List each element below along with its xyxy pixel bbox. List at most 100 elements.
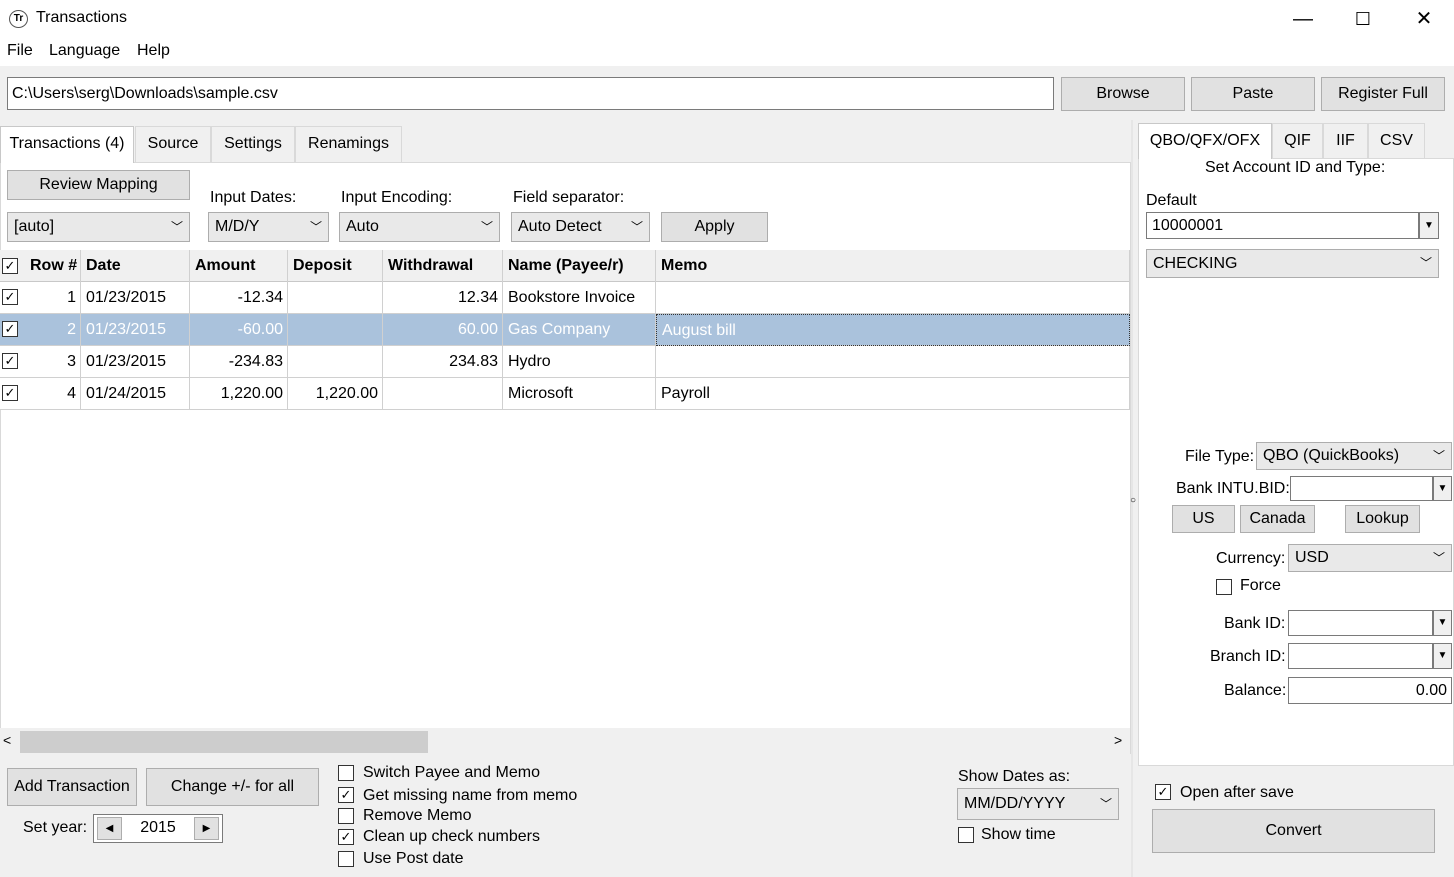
tab-iif[interactable]: IIF [1323, 123, 1368, 158]
row-checkbox[interactable]: ✓ [2, 353, 18, 369]
open-after-save-checkbox[interactable]: ✓ [1155, 784, 1171, 800]
browse-button[interactable]: Browse [1061, 77, 1185, 111]
cell-amount[interactable]: 1,220.00 [190, 378, 288, 410]
column-header-withdrawal[interactable]: Withdrawal [383, 250, 503, 282]
cell-withdrawal[interactable]: 234.83 [383, 346, 503, 378]
us-button[interactable]: US [1172, 505, 1235, 533]
cell-name[interactable]: Hydro [503, 346, 656, 378]
column-header-name[interactable]: Name (Payee/r) [503, 250, 656, 282]
bank-id-dropdown-icon[interactable]: ▼ [1433, 610, 1452, 636]
menu-help[interactable]: Help [137, 42, 170, 60]
bank-intu-dropdown-icon[interactable]: ▼ [1433, 476, 1452, 501]
tab-qbo[interactable]: QBO/QFX/OFX [1138, 123, 1272, 159]
tab-transactions[interactable]: Transactions (4) [0, 126, 134, 163]
file-path-input[interactable]: C:\Users\serg\Downloads\sample.csv [7, 77, 1054, 110]
bank-intu-bid-input[interactable] [1290, 476, 1433, 501]
currency-select[interactable]: USD ﹀ [1288, 544, 1452, 572]
scrollbar-thumb[interactable] [20, 731, 428, 753]
cell-memo[interactable] [656, 282, 1130, 314]
column-header-memo[interactable]: Memo [656, 250, 1130, 282]
input-dates-select[interactable]: M/D/Y ﹀ [208, 212, 329, 242]
cell-deposit[interactable]: 1,220.00 [288, 378, 383, 410]
table-row[interactable]: ✓ 1 01/23/2015 -12.34 12.34 Bookstore In… [0, 282, 1130, 314]
register-full-button[interactable]: Register Full [1321, 77, 1445, 111]
table-row-selected[interactable]: ✓ 2 01/23/2015 -60.00 60.00 Gas Company … [0, 314, 1130, 346]
cell-deposit[interactable] [288, 282, 383, 314]
default-label: Default [1146, 192, 1197, 209]
cell-date[interactable]: 01/24/2015 [81, 378, 190, 410]
row-checkbox[interactable]: ✓ [2, 289, 18, 305]
cell-name[interactable]: Gas Company [503, 314, 656, 346]
close-button[interactable]: ✕ [1394, 0, 1454, 38]
tab-source[interactable]: Source [135, 126, 211, 162]
column-header-deposit[interactable]: Deposit [288, 250, 383, 282]
cell-memo[interactable]: August bill [656, 314, 1130, 346]
column-header-amount[interactable]: Amount [190, 250, 288, 282]
show-dates-select[interactable]: MM/DD/YYYY ﹀ [957, 788, 1119, 820]
file-type-select[interactable]: QBO (QuickBooks) ﹀ [1256, 442, 1452, 470]
tab-renamings[interactable]: Renamings [295, 126, 402, 162]
year-decrement-button[interactable]: ◀ [97, 817, 122, 840]
cell-date[interactable]: 01/23/2015 [81, 314, 190, 346]
lookup-button[interactable]: Lookup [1345, 505, 1420, 533]
cell-memo[interactable] [656, 346, 1130, 378]
mapping-select[interactable]: [auto] ﹀ [7, 212, 190, 242]
show-time-checkbox[interactable] [958, 827, 974, 843]
cell-withdrawal[interactable]: 60.00 [383, 314, 503, 346]
scroll-left-icon[interactable]: < [3, 732, 11, 748]
account-type-select[interactable]: CHECKING ﹀ [1146, 249, 1439, 278]
splitter-handle-icon[interactable]: ○ [1130, 495, 1136, 506]
cell-date[interactable]: 01/23/2015 [81, 346, 190, 378]
cell-name[interactable]: Microsoft [503, 378, 656, 410]
convert-button[interactable]: Convert [1152, 809, 1435, 853]
year-value[interactable]: 2015 [125, 819, 191, 837]
input-encoding-select[interactable]: Auto ﹀ [339, 212, 500, 242]
table-row[interactable]: ✓ 3 01/23/2015 -234.83 234.83 Hydro [0, 346, 1130, 378]
table-row[interactable]: ✓ 4 01/24/2015 1,220.00 1,220.00 Microso… [0, 378, 1130, 410]
account-id-input[interactable]: 10000001 [1146, 212, 1419, 239]
cell-withdrawal[interactable] [383, 378, 503, 410]
use-post-date-checkbox[interactable] [338, 851, 354, 867]
cell-amount[interactable]: -234.83 [190, 346, 288, 378]
balance-input[interactable]: 0.00 [1288, 677, 1452, 704]
scroll-right-icon[interactable]: > [1114, 732, 1122, 748]
cell-deposit[interactable] [288, 346, 383, 378]
switch-payee-memo-checkbox[interactable] [338, 765, 354, 781]
branch-id-dropdown-icon[interactable]: ▼ [1433, 643, 1452, 669]
get-missing-name-checkbox[interactable]: ✓ [338, 787, 354, 803]
branch-id-input[interactable] [1288, 643, 1433, 669]
row-checkbox[interactable]: ✓ [2, 321, 18, 337]
review-mapping-button[interactable]: Review Mapping [7, 170, 190, 200]
bank-id-input[interactable] [1288, 610, 1433, 636]
cell-memo[interactable]: Payroll [656, 378, 1130, 410]
year-increment-button[interactable]: ▶ [194, 817, 219, 840]
column-header-row[interactable]: Row # [24, 250, 81, 282]
field-separator-select[interactable]: Auto Detect ﹀ [511, 212, 650, 242]
maximize-button[interactable]: ☐ [1333, 0, 1393, 38]
account-id-dropdown-icon[interactable]: ▼ [1419, 212, 1439, 239]
minimize-button[interactable]: — [1273, 0, 1333, 38]
change-sign-button[interactable]: Change +/- for all [146, 768, 319, 806]
canada-button[interactable]: Canada [1240, 505, 1315, 533]
column-header-date[interactable]: Date [81, 250, 190, 282]
tab-settings[interactable]: Settings [211, 126, 295, 162]
remove-memo-checkbox[interactable] [338, 808, 354, 824]
row-checkbox[interactable]: ✓ [2, 385, 18, 401]
cell-deposit[interactable] [288, 314, 383, 346]
add-transaction-button[interactable]: Add Transaction [7, 768, 137, 806]
tab-csv[interactable]: CSV [1368, 123, 1425, 158]
grid-header: ✓ Row # Date Amount Deposit Withdrawal N… [0, 250, 1130, 282]
clean-check-numbers-checkbox[interactable]: ✓ [338, 829, 354, 845]
cell-withdrawal[interactable]: 12.34 [383, 282, 503, 314]
apply-button[interactable]: Apply [661, 212, 768, 242]
select-all-checkbox[interactable]: ✓ [2, 258, 18, 274]
tab-qif[interactable]: QIF [1272, 123, 1323, 158]
force-checkbox[interactable] [1216, 579, 1232, 595]
cell-amount[interactable]: -12.34 [190, 282, 288, 314]
menu-file[interactable]: File [7, 42, 33, 60]
cell-date[interactable]: 01/23/2015 [81, 282, 190, 314]
paste-button[interactable]: Paste [1191, 77, 1315, 111]
cell-name[interactable]: Bookstore Invoice [503, 282, 656, 314]
cell-amount[interactable]: -60.00 [190, 314, 288, 346]
menu-language[interactable]: Language [49, 42, 120, 60]
